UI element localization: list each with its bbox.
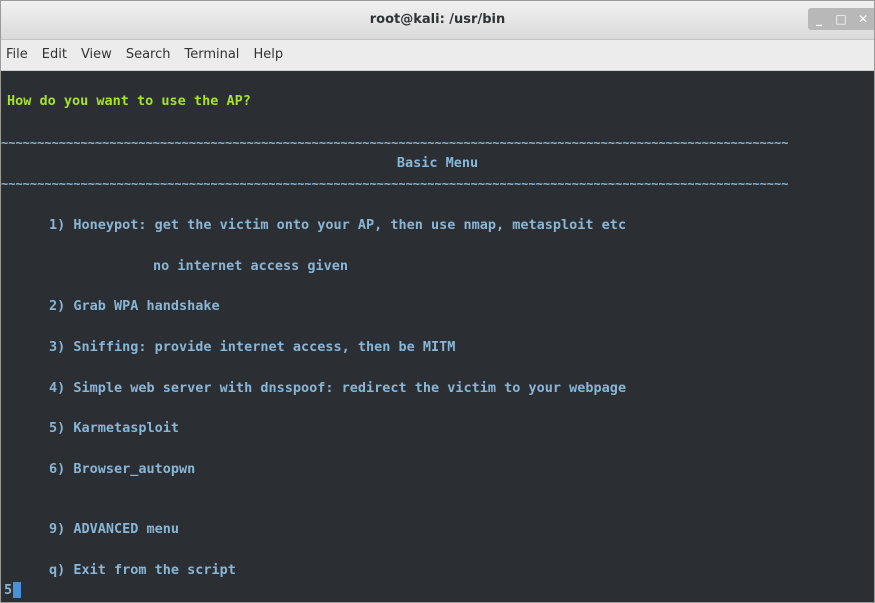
separator-top: ~~~~~~~~~~~~~~~~~~~~~~~~~~~~~~~~~~~~~~~~…	[1, 136, 789, 150]
window-title: root@kali: /usr/bin	[369, 12, 506, 27]
option-3: 3) Sniffing: provide internet access, th…	[49, 339, 456, 355]
menu-file[interactable]: File	[1, 40, 35, 70]
question-text: How do you want to use the AP?	[7, 93, 251, 109]
menu-view[interactable]: View	[74, 40, 119, 70]
option-5: 5) Karmetasploit	[49, 420, 180, 436]
text-cursor	[13, 582, 22, 598]
menu-title: Basic Menu	[396, 155, 479, 171]
maximize-button[interactable]: □	[830, 8, 852, 30]
terminal-window: root@kali: /usr/bin _ □ ✕ File Edit View…	[0, 0, 875, 603]
option-1-note: no internet access given	[153, 258, 349, 274]
menu-bar: File Edit View Search Terminal Help	[1, 40, 874, 71]
option-1: 1) Honeypot: get the victim onto your AP…	[49, 217, 627, 233]
minimize-button[interactable]: _	[808, 8, 830, 30]
option-4: 4) Simple web server with dnsspoof: redi…	[49, 380, 627, 396]
option-2: 2) Grab WPA handshake	[49, 298, 220, 314]
menu-edit[interactable]: Edit	[35, 40, 74, 70]
input-line[interactable]: 5	[4, 581, 22, 599]
option-9: 9) ADVANCED menu	[49, 521, 180, 537]
window-controls: _ □ ✕	[808, 8, 874, 30]
menu-terminal[interactable]: Terminal	[177, 40, 246, 70]
menu-search[interactable]: Search	[119, 40, 178, 70]
option-q: q) Exit from the script	[49, 562, 236, 578]
menu-help[interactable]: Help	[246, 40, 290, 70]
input-value: 5	[4, 582, 13, 598]
title-bar[interactable]: root@kali: /usr/bin _ □ ✕	[1, 1, 874, 40]
option-6: 6) Browser_autopwn	[49, 461, 196, 477]
separator-bottom: ~~~~~~~~~~~~~~~~~~~~~~~~~~~~~~~~~~~~~~~~…	[1, 177, 789, 191]
terminal-output[interactable]: How do you want to use the AP? ~~~~~~~~~…	[1, 71, 874, 602]
close-button[interactable]: ✕	[852, 8, 874, 30]
